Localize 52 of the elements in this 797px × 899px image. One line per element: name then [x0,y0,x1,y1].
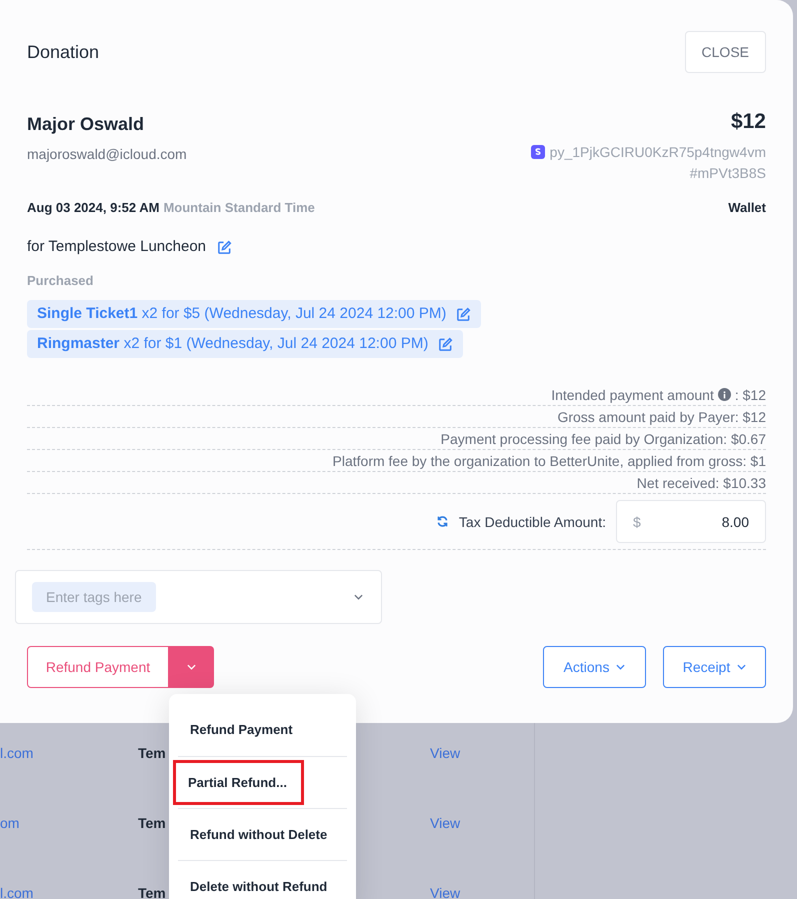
view-link[interactable]: View [430,883,460,899]
donor-email: majoroswald@icloud.com [27,144,187,164]
summary-row-text: Platform fee by the organization to BetterUnite, applied from gross: $1 [332,452,766,470]
chevron-icon [737,664,746,670]
summary-row-text: Intended payment amount : $12 [551,386,766,404]
amount-field[interactable]: $ 8.00 [616,500,766,543]
stripe-icon [530,144,545,158]
menu-item[interactable]: Refund without Delete [178,824,340,844]
actions-button[interactable]: Actions [543,646,646,688]
table-cell-text: om [0,814,20,833]
currency-symbol: $ [633,512,641,532]
table-cell-text: l.com [0,744,34,763]
section-label: Purchased [27,272,94,290]
edit-icon[interactable] [217,240,232,255]
field-label: Tax Deductible Amount: [458,512,606,532]
reference-code: #mPVt3B8S [690,164,766,182]
menu-item[interactable]: Refund Payment [178,720,305,740]
amount: $12 [730,109,766,135]
view-link[interactable]: View [430,813,460,833]
table-cell: Tem [138,885,166,899]
dropdown-toggle[interactable] [169,646,214,688]
payment-method: Wallet [728,198,766,216]
summary-row-text: Payment processing fee paid by Organization: $0.67 [440,430,766,448]
menu-item[interactable]: Delete without Refund [178,876,340,896]
tags-placeholder: Enter tags here [32,582,156,612]
table-cell: Tem [138,815,166,831]
timezone: Mountain Standard Time [163,198,315,216]
info-icon [718,388,731,401]
table-cell: Tem [138,745,166,761]
view-link[interactable]: View [430,743,460,763]
purchase-text: Single Ticket1 x2 for $5 (Wednesday, Jul 24 2024 12:00 PM) [37,304,446,324]
close-button[interactable]: CLOSE [684,31,766,73]
refund-button[interactable]: Refund Payment [27,646,169,688]
donor-name: Major Oswald [27,112,144,136]
receipt-button[interactable]: Receipt [663,646,766,688]
chevron-icon [187,664,196,670]
campaign-name: for Templestowe Luncheon [27,237,206,257]
table-cell-text: l.com [0,884,34,899]
refresh-icon[interactable] [436,515,449,528]
field-value: 8.00 [722,512,749,532]
chevron-icon [616,664,626,670]
purchase-text: Ringmaster x2 for $1 (Wednesday, Jul 24 2024 12:00 PM) [37,334,428,354]
chevron-icon [354,594,363,600]
edit-icon[interactable] [438,336,454,352]
dialog-title: Donation [27,41,100,64]
payment-date: Aug 03 2024, 9:52 AM [27,198,160,217]
menu-item[interactable]: Partial Refund... [173,760,304,806]
payment-id: py_1PjkGCIRU0KzR75p4tngw4vm [550,142,766,162]
summary-row-text: Gross amount paid by Payer: $12 [557,408,766,426]
edit-icon[interactable] [456,306,472,322]
tags-field[interactable]: Enter tags here [15,570,382,624]
summary-row-text: Net received: $10.33 [636,474,766,492]
